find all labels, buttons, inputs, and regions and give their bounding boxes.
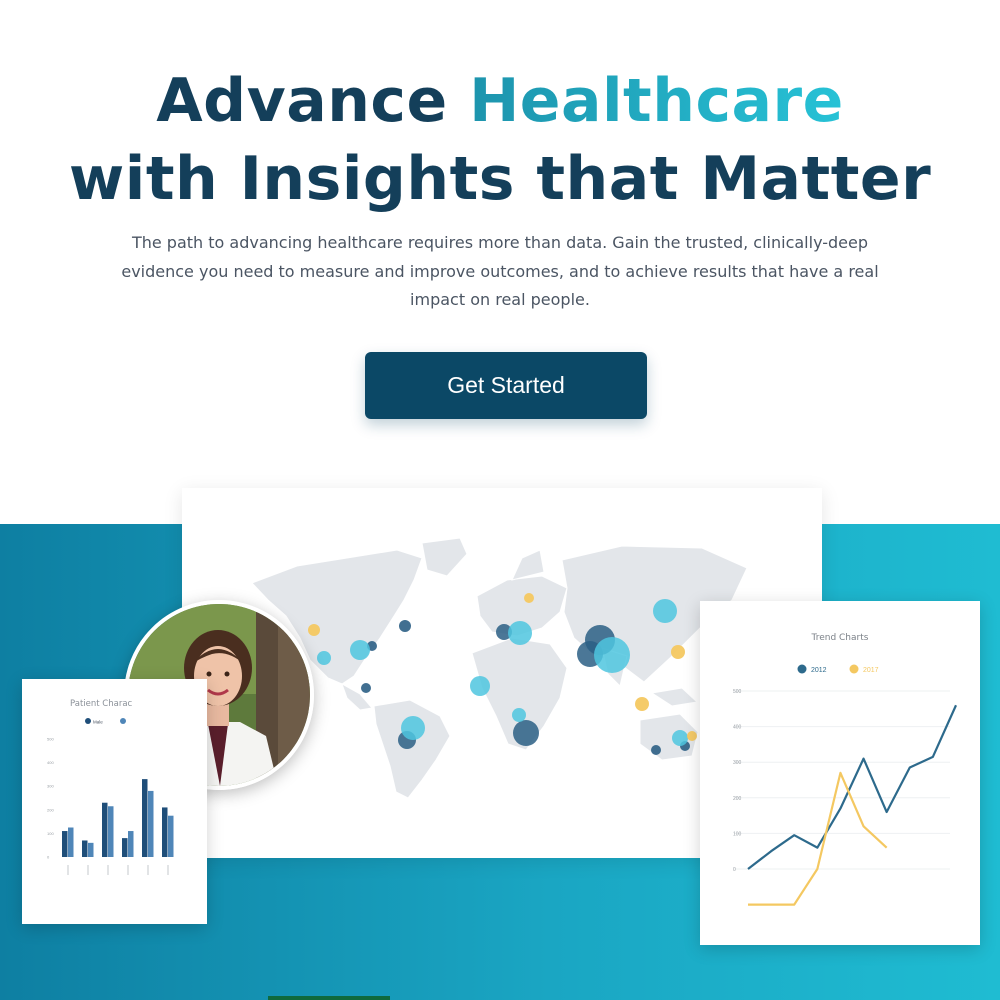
patient-bar-chart: Patient Charac Male 0 100 200 300 400 500 <box>47 699 174 875</box>
legend-label-2012: 2012 <box>811 667 827 674</box>
line-ytick-label: 100 <box>733 831 742 837</box>
hero-title-line2: with Insights that Matter <box>68 144 932 214</box>
bar <box>102 802 108 857</box>
bar <box>68 827 74 857</box>
series-line-2012 <box>747 704 958 870</box>
series-line-2017 <box>748 771 888 906</box>
line-ytick-label: 400 <box>733 725 742 731</box>
bar-ytick-label: 0 <box>47 855 50 860</box>
legend-label-male: Male <box>93 720 103 725</box>
bar <box>62 831 68 857</box>
hero-title: Advance Healthcare with Insights that Ma… <box>0 62 1000 218</box>
bar <box>142 779 148 857</box>
bottom-tab-indicator <box>268 996 390 1000</box>
bar-ytick-label: 300 <box>47 784 54 789</box>
trend-line-chart: Trend Charts 2012 2017 0 100 200 300 400 500 <box>733 633 958 906</box>
bar-chart-legend: Male <box>85 718 126 725</box>
trend-charts-card: Trend Charts 2012 2017 0 100 200 300 400 500 <box>700 601 980 945</box>
bar <box>108 806 114 857</box>
hero-title-accent: Healthcare <box>469 66 844 136</box>
bar-ytick-label: 400 <box>47 760 54 765</box>
legend-marker-2017 <box>849 664 859 674</box>
bar <box>88 842 94 857</box>
legend-marker-2012 <box>797 664 807 674</box>
bar <box>128 831 134 857</box>
hero-title-part1: Advance <box>156 66 470 136</box>
trend-legend: 2012 2017 <box>797 664 879 674</box>
bar <box>162 807 168 857</box>
hero-subtitle: The path to advancing healthcare require… <box>121 233 879 309</box>
bar <box>82 840 88 857</box>
bar-ytick-label: 100 <box>47 831 54 836</box>
patient-characteristics-card: Patient Charac Male 0 100 200 300 400 500 <box>22 679 207 924</box>
legend-marker-male <box>85 718 91 724</box>
bar-ytick-label: 200 <box>47 807 54 812</box>
bar-chart-title: Patient Charac <box>70 699 133 709</box>
legend-label-2017: 2017 <box>863 667 879 674</box>
bar <box>148 790 154 857</box>
get-started-button[interactable]: Get Started <box>365 352 647 419</box>
legend-marker-series2 <box>120 718 126 724</box>
bar <box>122 838 128 857</box>
line-ytick-label: 0 <box>733 867 736 873</box>
bar <box>168 815 174 857</box>
trend-chart-title: Trend Charts <box>811 633 869 643</box>
line-ytick-label: 500 <box>733 689 742 695</box>
line-ytick-label: 200 <box>733 796 742 802</box>
bar-ytick-label: 500 <box>47 737 54 742</box>
line-ytick-label: 300 <box>733 760 742 766</box>
